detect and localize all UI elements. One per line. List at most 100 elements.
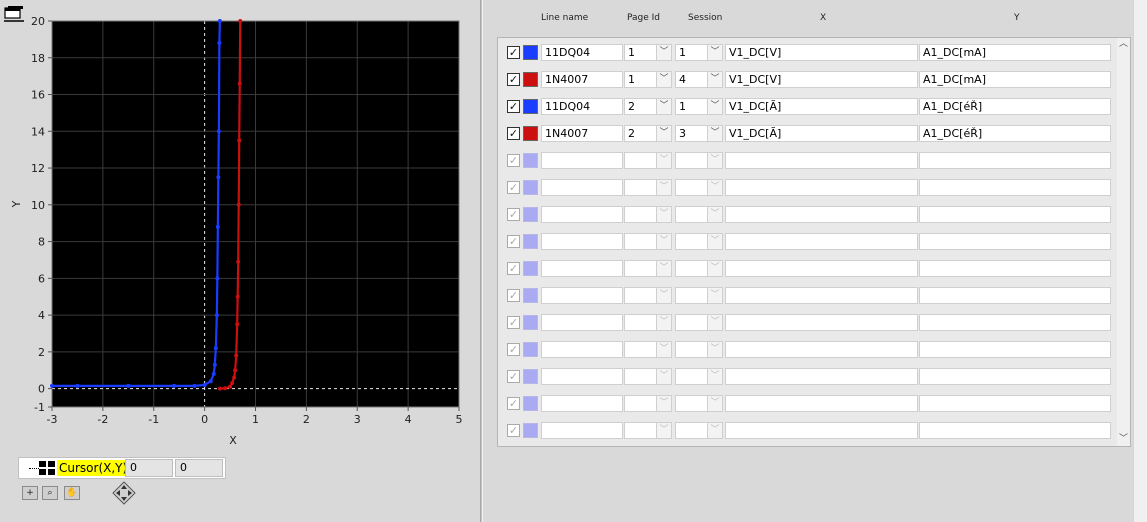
table-row[interactable]: ✓ ﹀ ﹀ (503, 368, 1113, 385)
x-channel-field[interactable] (725, 260, 918, 277)
session-dropdown-icon[interactable]: ﹀ (707, 44, 723, 61)
xy-graph[interactable]: -3 -2 -1 0 1 2 3 4 520181614121086420-1 X Y (0, 0, 480, 450)
table-row[interactable]: ✓ ﹀ ﹀ (503, 422, 1113, 439)
row-visible-checkbox[interactable]: ✓ (507, 370, 520, 383)
session-field[interactable] (675, 395, 711, 412)
row-visible-checkbox[interactable]: ✓ (507, 343, 520, 356)
line-color-swatch[interactable] (523, 72, 538, 87)
line-name-field[interactable] (541, 395, 623, 412)
session-dropdown-icon[interactable]: ﹀ (707, 368, 723, 385)
row-visible-checkbox[interactable]: ✓ (507, 154, 520, 167)
page-id-field[interactable]: 1 (624, 44, 658, 61)
table-row[interactable]: ✓ 11DQ04 2 ﹀ 1 ﹀ V1_DC[Ã] A1_DC[éŘ] (503, 98, 1113, 115)
x-channel-field[interactable]: V1_DC[Ã] (725, 125, 918, 142)
x-channel-field[interactable]: V1_DC[Ã] (725, 98, 918, 115)
page-id-dropdown-icon[interactable]: ﹀ (656, 98, 672, 115)
page-id-field[interactable] (624, 260, 658, 277)
page-id-field[interactable] (624, 422, 658, 439)
table-row[interactable]: ✓ ﹀ ﹀ (503, 314, 1113, 331)
x-channel-field[interactable] (725, 395, 918, 412)
x-channel-field[interactable] (725, 368, 918, 385)
line-name-field[interactable]: 11DQ04 (541, 98, 623, 115)
line-color-swatch[interactable] (523, 45, 538, 60)
table-row[interactable]: ✓ 1N4007 2 ﹀ 3 ﹀ V1_DC[Ã] A1_DC[éŘ] (503, 125, 1113, 142)
row-visible-checkbox[interactable]: ✓ (507, 262, 520, 275)
table-row[interactable]: ✓ ﹀ ﹀ (503, 179, 1113, 196)
session-field[interactable] (675, 422, 711, 439)
session-field[interactable] (675, 260, 711, 277)
row-visible-checkbox[interactable]: ✓ (507, 316, 520, 329)
window-scrollbar[interactable] (1133, 0, 1147, 522)
page-id-dropdown-icon[interactable]: ﹀ (656, 233, 672, 250)
y-channel-field[interactable] (919, 341, 1111, 358)
x-channel-field[interactable] (725, 422, 918, 439)
scroll-up-icon[interactable]: ︿ (1117, 38, 1130, 51)
y-channel-field[interactable] (919, 368, 1111, 385)
row-visible-checkbox[interactable]: ✓ (507, 73, 520, 86)
y-channel-field[interactable]: A1_DC[mA] (919, 44, 1111, 61)
cursor-move-pad-icon[interactable] (112, 481, 136, 505)
line-color-swatch[interactable] (523, 369, 538, 384)
line-name-field[interactable] (541, 287, 623, 304)
line-name-field[interactable] (541, 152, 623, 169)
y-channel-field[interactable]: A1_DC[éŘ] (919, 125, 1111, 142)
session-field[interactable] (675, 152, 711, 169)
row-visible-checkbox[interactable]: ✓ (507, 100, 520, 113)
session-field[interactable] (675, 206, 711, 223)
table-row[interactable]: ✓ ﹀ ﹀ (503, 152, 1113, 169)
row-visible-checkbox[interactable]: ✓ (507, 127, 520, 140)
zoom-icon[interactable]: ⌕ (42, 486, 58, 500)
session-dropdown-icon[interactable]: ﹀ (707, 287, 723, 304)
page-id-dropdown-icon[interactable]: ﹀ (656, 314, 672, 331)
page-id-field[interactable] (624, 233, 658, 250)
page-id-dropdown-icon[interactable]: ﹀ (656, 206, 672, 223)
session-dropdown-icon[interactable]: ﹀ (707, 422, 723, 439)
x-channel-field[interactable]: V1_DC[V] (725, 71, 918, 88)
page-id-field[interactable]: 2 (624, 98, 658, 115)
row-visible-checkbox[interactable]: ✓ (507, 289, 520, 302)
cursor-x-value[interactable]: 0 (125, 459, 173, 477)
session-dropdown-icon[interactable]: ﹀ (707, 206, 723, 223)
session-field[interactable] (675, 179, 711, 196)
page-id-field[interactable] (624, 341, 658, 358)
y-channel-field[interactable] (919, 179, 1111, 196)
line-color-swatch[interactable] (523, 99, 538, 114)
row-visible-checkbox[interactable]: ✓ (507, 46, 520, 59)
session-dropdown-icon[interactable]: ﹀ (707, 341, 723, 358)
x-channel-field[interactable] (725, 206, 918, 223)
pan-hand-icon[interactable]: ✋ (64, 486, 80, 500)
line-name-field[interactable] (541, 341, 623, 358)
x-channel-field[interactable] (725, 287, 918, 304)
page-id-dropdown-icon[interactable]: ﹀ (656, 422, 672, 439)
y-channel-field[interactable] (919, 233, 1111, 250)
line-color-swatch[interactable] (523, 153, 538, 168)
line-color-swatch[interactable] (523, 423, 538, 438)
cursor-name[interactable]: Cursor(X,Y) (57, 460, 130, 476)
session-dropdown-icon[interactable]: ﹀ (707, 233, 723, 250)
x-channel-field[interactable]: V1_DC[V] (725, 44, 918, 61)
line-name-field[interactable]: 1N4007 (541, 71, 623, 88)
row-visible-checkbox[interactable]: ✓ (507, 424, 520, 437)
page-id-field[interactable] (624, 152, 658, 169)
page-id-dropdown-icon[interactable]: ﹀ (656, 368, 672, 385)
line-color-swatch[interactable] (523, 261, 538, 276)
page-id-dropdown-icon[interactable]: ﹀ (656, 287, 672, 304)
page-id-dropdown-icon[interactable]: ﹀ (656, 71, 672, 88)
x-channel-field[interactable] (725, 152, 918, 169)
table-row[interactable]: ✓ 1N4007 1 ﹀ 4 ﹀ V1_DC[V] A1_DC[mA] (503, 71, 1113, 88)
session-dropdown-icon[interactable]: ﹀ (707, 395, 723, 412)
page-id-dropdown-icon[interactable]: ﹀ (656, 179, 672, 196)
y-channel-field[interactable] (919, 287, 1111, 304)
table-row[interactable]: ✓ ﹀ ﹀ (503, 287, 1113, 304)
table-row[interactable]: ✓ ﹀ ﹀ (503, 260, 1113, 277)
row-visible-checkbox[interactable]: ✓ (507, 235, 520, 248)
cursor-legend[interactable]: Cursor(X,Y) 0 0 (18, 457, 226, 479)
table-scrollbar[interactable]: ︿ ﹀ (1117, 38, 1130, 446)
y-channel-field[interactable] (919, 422, 1111, 439)
line-color-swatch[interactable] (523, 396, 538, 411)
session-field[interactable]: 3 (675, 125, 711, 142)
page-id-dropdown-icon[interactable]: ﹀ (656, 152, 672, 169)
page-id-dropdown-icon[interactable]: ﹀ (656, 125, 672, 142)
session-field[interactable]: 4 (675, 71, 711, 88)
y-channel-field[interactable] (919, 152, 1111, 169)
